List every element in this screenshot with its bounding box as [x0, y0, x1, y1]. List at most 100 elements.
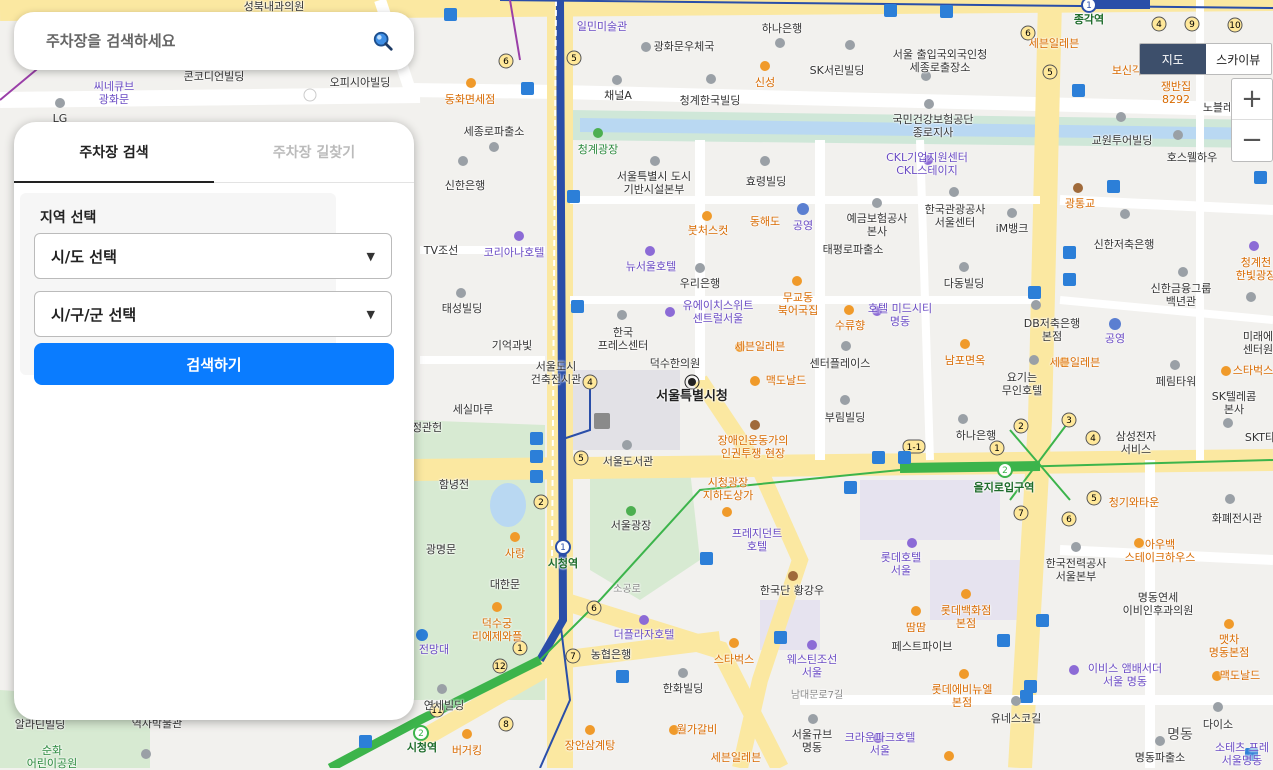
map-label: 오피시아빌딩 — [329, 76, 391, 89]
map-label: 월가갈비 — [676, 723, 718, 736]
map-label: 웨스틴조선 서울 — [786, 653, 838, 679]
svg-text:9: 9 — [1189, 20, 1195, 30]
map-label: 하나은행 — [761, 22, 803, 35]
map-label: 서울광장 — [610, 519, 652, 532]
map-label: SK서린빌딩 — [809, 64, 865, 77]
map-type-toggle: 지도 스카이뷰 — [1139, 43, 1272, 75]
map-label: 기억과빛 — [491, 339, 533, 352]
search-bar — [14, 12, 414, 70]
zoom-out-button[interactable]: − — [1232, 119, 1272, 160]
svg-text:1: 1 — [560, 543, 566, 553]
map-label: 부림빌딩 — [824, 411, 866, 424]
map-label: 페스트파이브 — [891, 640, 953, 653]
map-label: SKT타 — [1244, 431, 1273, 444]
map-label: 롯데백화점 본점 — [940, 604, 992, 630]
zoom-in-button[interactable]: + — [1232, 79, 1272, 119]
search-input[interactable] — [44, 31, 372, 51]
map-label: 한화빌딩 — [662, 682, 704, 695]
map-type-skyview-button[interactable]: 스카이뷰 — [1205, 44, 1271, 74]
map-label: 소공로 — [613, 584, 641, 595]
svg-text:2: 2 — [1002, 466, 1008, 476]
map-label: 시청역 — [406, 741, 438, 754]
tab-parking-directions[interactable]: 주차장 길찾기 — [214, 122, 414, 182]
map-label: 삼성전자 서비스 — [1115, 430, 1157, 456]
chevron-down-icon: ▼ — [366, 307, 375, 321]
map-label: 다이소 — [1202, 718, 1234, 731]
zoom-control: + − — [1231, 78, 1273, 162]
map-label: 광통교 — [1064, 197, 1096, 210]
map-label: 광화문우체국 — [653, 40, 715, 53]
map-label: 청계한국빌딩 — [679, 94, 741, 107]
map-label: 우리은행 — [679, 277, 721, 290]
map-label: 청계광장 — [577, 143, 619, 156]
map-label: 광명문 — [425, 543, 457, 556]
map-label: 한국관광공사 서울센터 — [924, 203, 986, 229]
map-label: 시청광장 지하도상가 — [702, 476, 754, 502]
map-label: 일민미술관 — [576, 20, 628, 33]
svg-text:1: 1 — [994, 444, 1000, 454]
city-select[interactable]: 시/도 선택 ▼ — [34, 233, 392, 279]
svg-text:6: 6 — [503, 57, 509, 67]
map-label: 시청역 — [547, 557, 579, 570]
map-label: 세븐일레븐 — [734, 340, 786, 353]
svg-text:8: 8 — [503, 720, 509, 730]
map-label: CKL기업지원센터 CKL스테이지 — [886, 151, 968, 177]
map-label: 페림타워 — [1155, 375, 1197, 388]
region-select-card: 지역 선택 시/도 선택 ▼ 시/구/군 선택 ▼ 검색하기 — [20, 193, 394, 385]
map-label: 덕수한의원 — [649, 357, 701, 370]
map-label: 남대문로7길 — [790, 690, 844, 701]
svg-text:12: 12 — [494, 662, 505, 672]
map-label: 크라운파크호텔 서울 — [844, 731, 916, 757]
map-label: 세종로파출소 — [463, 125, 525, 138]
map-label: 명동연세 이비인후과의원 — [1122, 591, 1194, 617]
map-label: 호텔 미드시티 명동 — [867, 302, 933, 328]
svg-text:4: 4 — [587, 378, 593, 388]
map-label: 땀땀 — [905, 621, 927, 634]
map-label: 요기는 무인호텔 — [1001, 371, 1043, 397]
map-label: DB저축은행 본점 — [1023, 317, 1081, 343]
map-label: 프레지던트 호텔 — [731, 527, 783, 553]
map-label: 한국단 황강우 — [759, 584, 825, 597]
map-label: 효령빌딩 — [745, 175, 787, 188]
svg-text:4: 4 — [1090, 434, 1096, 444]
map-label: 대한문 — [489, 578, 521, 591]
map-label: 종각역 — [1073, 13, 1105, 26]
map-label: 미래에 센터원 — [1242, 330, 1273, 356]
map-label: 을지로입구역 — [973, 481, 1035, 494]
map-label: 태평로파출소 — [822, 243, 884, 256]
map-label: 서울특별시 도시 기반시설본부 — [616, 170, 692, 196]
map-type-map-button[interactable]: 지도 — [1140, 44, 1206, 74]
svg-text:7: 7 — [1018, 509, 1024, 519]
map-label: 수류향 — [834, 319, 866, 332]
svg-text:2: 2 — [418, 729, 424, 739]
map-label: 세븐일레븐 — [1049, 356, 1101, 369]
city-select-value: 시/도 선택 — [51, 247, 117, 266]
map-label: 세실마루 — [452, 403, 494, 416]
district-select[interactable]: 시/구/군 선택 ▼ — [34, 291, 392, 337]
map-label: 붓처스컷 — [687, 224, 729, 237]
map-label: 노블레 — [1202, 101, 1234, 114]
map-label: 서울도서관 — [602, 455, 654, 468]
search-button[interactable]: 검색하기 — [34, 343, 394, 385]
map-label: 하나은행 — [955, 429, 997, 442]
map-label: 버거킹 — [451, 744, 483, 757]
map-label: SK텔레콤 본사 — [1211, 390, 1257, 416]
region-title: 지역 선택 — [40, 210, 97, 226]
map-label: 센터플레이스 — [809, 357, 871, 370]
map-label: 호스웰하우 — [1166, 151, 1218, 164]
tab-parking-search[interactable]: 주차장 검색 — [14, 122, 214, 183]
map-label: 세븐일레븐 — [1028, 37, 1080, 50]
map-label: 채널A — [604, 89, 632, 102]
map-label: 덕수궁 리에제와플 — [471, 617, 523, 643]
map-label: 무교동 북어국집 — [777, 291, 819, 317]
map-label: 태성빌딩 — [441, 302, 483, 315]
search-icon[interactable] — [372, 30, 394, 52]
svg-text:5: 5 — [1047, 68, 1053, 78]
map-label: TV조선 — [423, 244, 459, 257]
map-label: 이비스 앰배서더 서울 명동 — [1087, 662, 1163, 688]
district-select-value: 시/구/군 선택 — [51, 305, 137, 324]
map-label: 씨네큐브 광화문 — [93, 80, 135, 106]
map-label: 명동파출소 — [1134, 751, 1186, 764]
map-label: 예금보험공사 본사 — [846, 212, 908, 238]
map-label: 콘코디언빌딩 — [183, 70, 245, 83]
